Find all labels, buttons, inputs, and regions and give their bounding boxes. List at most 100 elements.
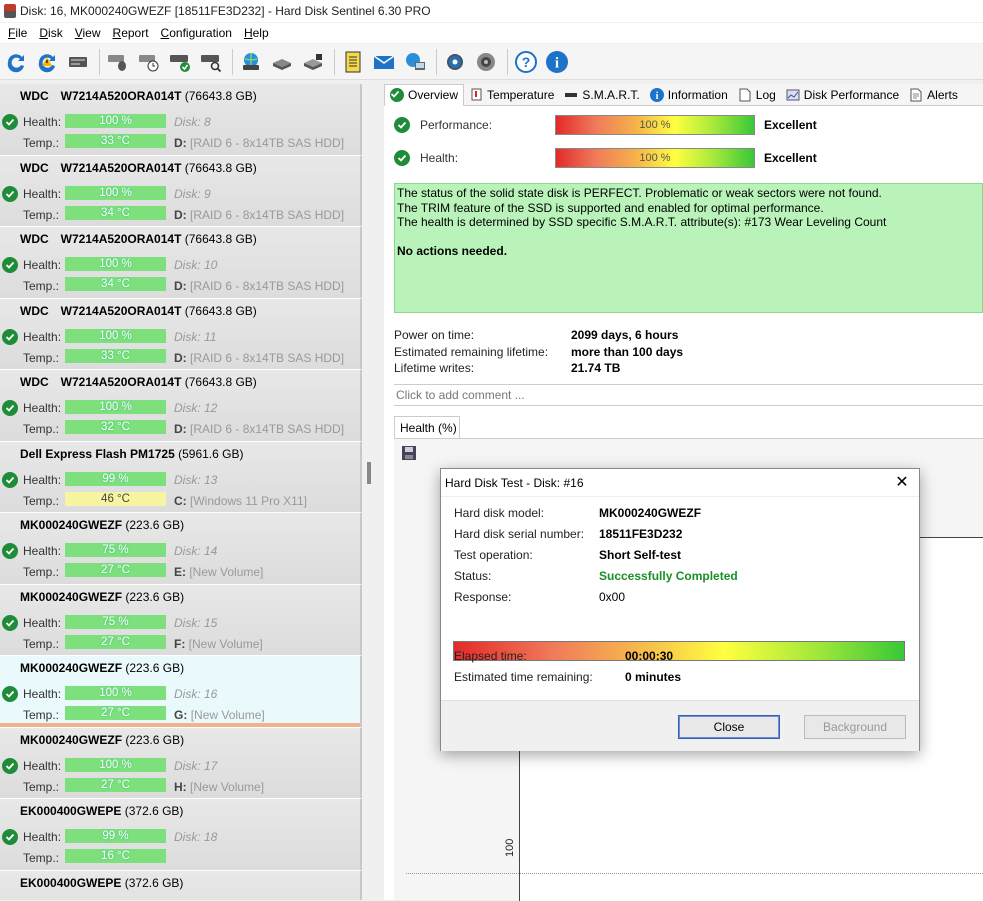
tab-overview[interactable]: Overview: [384, 83, 465, 106]
menu-view[interactable]: View: [69, 26, 107, 40]
disk-list-item[interactable]: MK000240GWEZF (223.6 GB) Health: Temp.: 75 …: [0, 584, 362, 656]
refresh-icon[interactable]: [2, 48, 30, 76]
disk-list-item[interactable]: MK000240GWEZF (223.6 GB) Health: Temp.: 100…: [0, 656, 362, 728]
drive-letter: D:: [174, 207, 187, 222]
tab-temperature[interactable]: Temperature: [464, 84, 559, 106]
disk-model: W7214A520ORA014T: [60, 232, 182, 246]
disk-list-item[interactable]: EK000400GWEPE (372.6 GB) Health: Temp.: 99 …: [0, 799, 362, 871]
comment-field[interactable]: Click to add comment ...: [394, 384, 983, 406]
toolbar: ? i: [0, 44, 983, 80]
volume-info: D: [RAID 6 - 8x14TB SAS HDD]: [174, 279, 344, 293]
disk-list-item[interactable]: MK000240GWEZF (223.6 GB) Health: Temp.: 75 …: [0, 513, 362, 585]
disk-vendor: EK000400GWEPE: [20, 804, 122, 818]
tab-label: S.M.A.R.T.: [582, 87, 640, 102]
close-icon[interactable]: ✕: [895, 469, 909, 497]
health-bar: 100 %: [65, 114, 166, 128]
disk-header: MK000240GWEZF (223.6 GB): [20, 590, 184, 604]
info-icon[interactable]: i: [543, 48, 571, 76]
health-bar: 100 %: [65, 757, 166, 772]
alert-icon[interactable]: [33, 48, 61, 76]
disk-vendor: MK000240GWEZF: [20, 732, 123, 747]
lifetime-label: Estimated remaining lifetime:: [394, 344, 549, 359]
tab-label: Alerts: [927, 87, 958, 102]
save-icon[interactable]: [401, 445, 417, 461]
splitter-grip[interactable]: [367, 462, 371, 484]
status-line: The health is determined by SSD specific…: [397, 215, 887, 229]
disk-header: WDC W7214A520ORA014T (76643.8 GB): [20, 304, 257, 318]
speaker-icon[interactable]: [472, 48, 500, 76]
drive-letter: H:: [174, 779, 187, 794]
disk-search-icon[interactable]: [197, 48, 225, 76]
tab-label: Disk Performance: [803, 87, 900, 102]
disk-size: (372.6 GB): [124, 804, 184, 818]
tab-smart[interactable]: S.M.A.R.T.: [559, 84, 644, 106]
tab-information[interactable]: i Information: [645, 84, 733, 106]
model-label: Hard disk model:: [454, 506, 545, 520]
background-button[interactable]: Background: [804, 715, 906, 739]
disk-list-item[interactable]: WDC W7214A520ORA014T (76643.8 GB) Health: T…: [0, 370, 362, 442]
disk-list-item[interactable]: WDC W7214A520ORA014T (76643.8 GB) Health: T…: [0, 227, 362, 299]
disk-number: Disk: 11: [174, 329, 217, 344]
menu-configuration[interactable]: Configuration: [155, 26, 238, 40]
disk-list-item[interactable]: WDC W7214A520ORA014T (76643.8 GB) Health: T…: [0, 298, 362, 370]
temp-label: Temp.:: [23, 207, 60, 222]
globe-disk-icon[interactable]: [237, 48, 265, 76]
tab-alerts[interactable]: Alerts: [904, 84, 963, 106]
tab-disk-performance[interactable]: Disk Performance: [781, 84, 904, 106]
close-button[interactable]: Close: [678, 715, 780, 739]
toolbar-separator: [232, 48, 233, 75]
disk-header: MK000240GWEZF (223.6 GB): [20, 661, 184, 675]
gear-icon[interactable]: [441, 48, 469, 76]
status-line: The TRIM feature of the SSD is supported…: [397, 200, 824, 215]
disk-number: Disk: 15: [174, 615, 218, 630]
svg-text:i: i: [655, 91, 658, 102]
volume-info: D: [RAID 6 - 8x14TB SAS HDD]: [174, 136, 344, 150]
temp-label: Temp.:: [23, 636, 60, 651]
disk-list-item[interactable]: EK000400GWEPE (372.6 GB): [0, 870, 362, 900]
tab-label: Overview: [408, 88, 459, 102]
disk-vendor: WDC: [20, 89, 49, 103]
disk-number: Disk: 9: [174, 186, 211, 201]
check-icon: [2, 257, 18, 273]
check-icon: [390, 88, 404, 102]
menu-file[interactable]: File: [2, 26, 33, 40]
menu-help[interactable]: Help: [238, 26, 275, 40]
disk-list-item[interactable]: WDC W7214A520ORA014T (76643.8 GB) Health: T…: [0, 84, 362, 156]
document-icon: [738, 88, 752, 102]
check-icon: [2, 471, 18, 488]
disk-list-item[interactable]: MK000240GWEZF (223.6 GB) Health: Temp.: 100…: [0, 727, 362, 799]
help-icon[interactable]: ?: [512, 48, 540, 76]
disk-icon[interactable]: [64, 48, 92, 76]
disk-clock-icon[interactable]: [135, 48, 163, 76]
menu-disk[interactable]: Disk: [33, 26, 68, 40]
disk-check-icon[interactable]: [166, 48, 194, 76]
svg-text:i: i: [555, 55, 559, 71]
disk-list-item[interactable]: Dell Express Flash PM1725 (5961.6 GB) Hea…: [0, 441, 362, 513]
disk-vendor: EK000400GWEPE: [20, 875, 122, 890]
disk-vendor: WDC: [20, 303, 49, 318]
volume-name: [RAID 6 - 8x14TB SAS HDD]: [190, 422, 345, 436]
mail-icon[interactable]: [370, 48, 398, 76]
tab-log[interactable]: Log: [733, 84, 781, 106]
performance-bar: 100 %: [555, 115, 755, 135]
menu-report[interactable]: Report: [107, 26, 155, 40]
disk-header: WDC W7214A520ORA014T (76643.8 GB): [20, 89, 257, 103]
volume-name: [New Volume]: [190, 779, 265, 794]
temperature-bar: 32 °C: [65, 420, 166, 434]
disk-settings-icon[interactable]: [299, 48, 327, 76]
serial-value: 18511FE3D232: [599, 527, 683, 541]
tab-health-percent[interactable]: Health (%): [394, 416, 460, 438]
dialog-footer: Close Background: [441, 700, 919, 751]
status-line: The status of the solid state disk is PE…: [397, 186, 882, 200]
disk-mouse-icon[interactable]: [104, 48, 132, 76]
response-label: Response:: [454, 590, 512, 604]
disk-tools-icon[interactable]: [268, 48, 296, 76]
volume-name: [RAID 6 - 8x14TB SAS HDD]: [190, 279, 345, 293]
disk-list[interactable]: WDC W7214A520ORA014T (76643.8 GB) Health: T…: [0, 84, 362, 900]
tab-label: Information: [667, 87, 728, 102]
health-bar: 100 %: [65, 328, 166, 343]
network-icon[interactable]: [401, 48, 429, 76]
report-icon[interactable]: [339, 48, 367, 76]
temperature-bar: 27 °C: [65, 563, 166, 577]
disk-list-item[interactable]: WDC W7214A520ORA014T (76643.8 GB) Health: T…: [0, 155, 362, 227]
